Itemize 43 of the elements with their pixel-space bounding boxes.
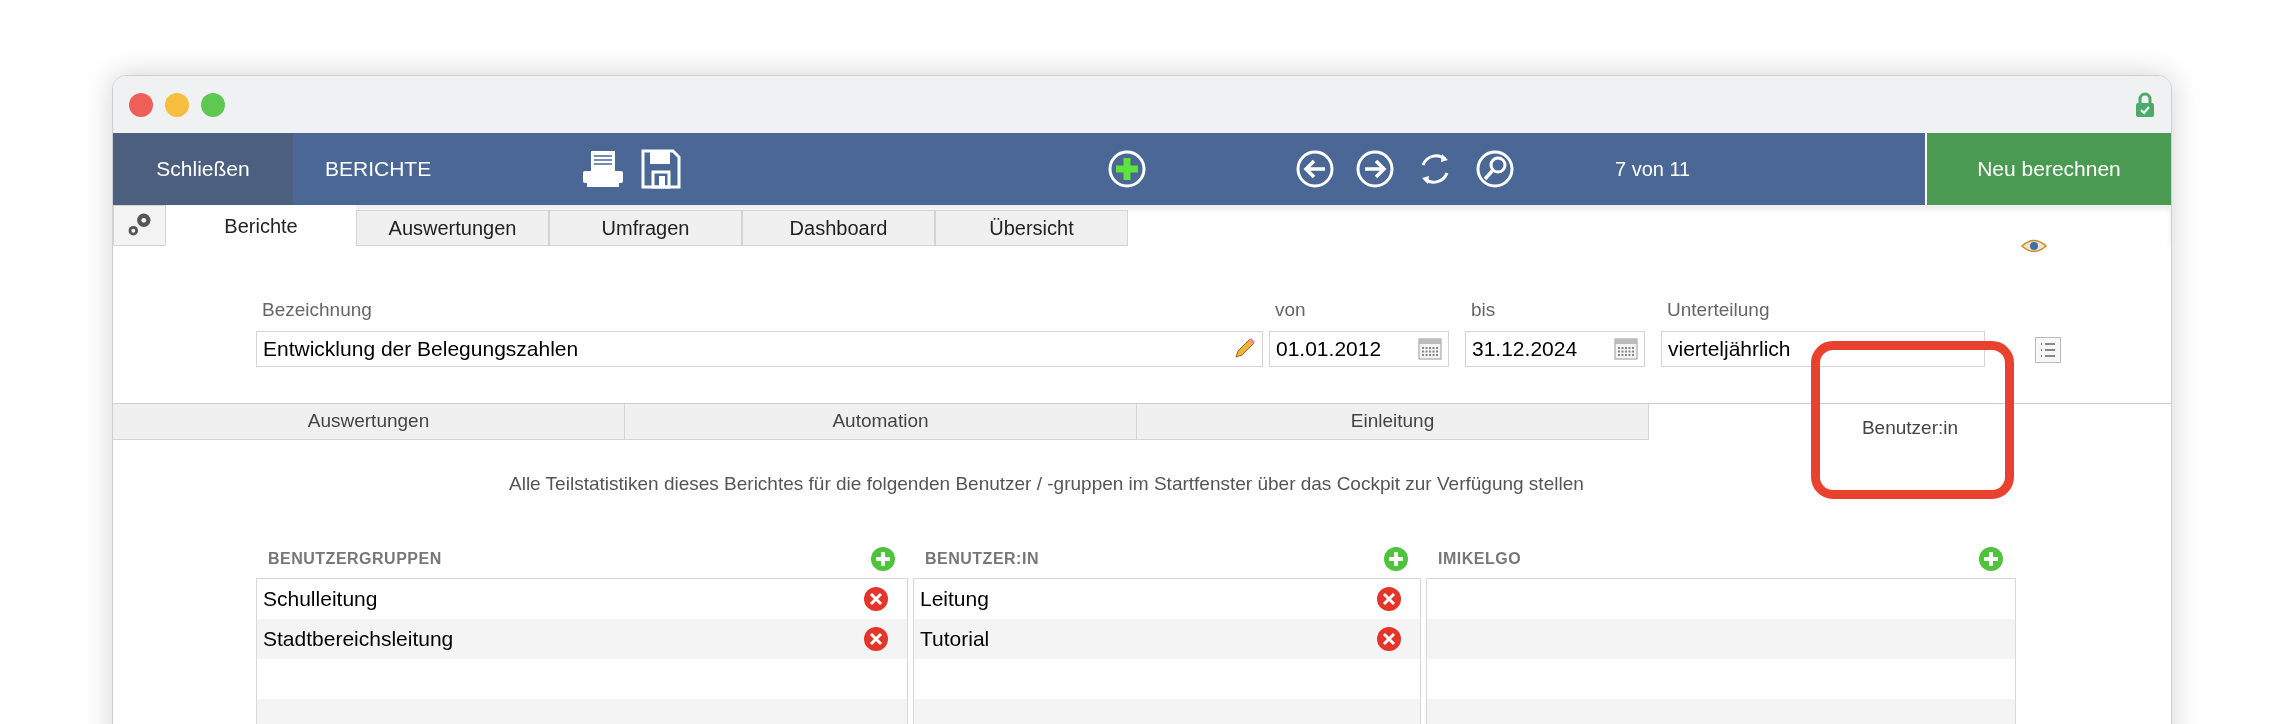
- list-icon[interactable]: [2035, 336, 2061, 363]
- list-item[interactable]: Leitung: [920, 583, 989, 615]
- remove-icon[interactable]: [1376, 626, 1402, 652]
- input-field[interactable]: 31.12.2024: [1465, 330, 1645, 367]
- calendar-icon[interactable]: [1418, 337, 1442, 360]
- list-heading: IMIKELGO: [1438, 549, 1522, 569]
- section-tab[interactable]: Einleitung: [1137, 403, 1649, 440]
- section-tab[interactable]: Auswertungen: [113, 403, 625, 440]
- forward-icon[interactable]: [1355, 149, 1395, 189]
- tab[interactable]: Übersicht: [935, 210, 1128, 246]
- field-label: Bezeichnung: [261, 298, 373, 322]
- module-title: BERICHTE: [325, 156, 433, 183]
- calendar-icon[interactable]: [1614, 337, 1638, 360]
- printer-icon[interactable]: [581, 149, 625, 189]
- list-item[interactable]: Stadtbereichsleitung: [263, 623, 454, 655]
- list-item[interactable]: Schulleitung: [263, 583, 378, 615]
- remove-icon[interactable]: [863, 626, 889, 652]
- section-tab[interactable]: Automation: [625, 403, 1137, 440]
- save-icon[interactable]: [641, 149, 681, 189]
- list-heading: BENUTZER:IN: [925, 549, 1039, 569]
- eye-icon[interactable]: [2021, 238, 2047, 254]
- field-label: Unterteilung: [1666, 298, 1771, 322]
- remove-icon[interactable]: [863, 586, 889, 612]
- settings-icon[interactable]: [113, 205, 166, 246]
- input-field[interactable]: 01.01.2012: [1269, 330, 1449, 367]
- list-item[interactable]: Tutorial: [920, 623, 990, 655]
- record-counter: 7 von 11: [1615, 157, 1692, 182]
- input-field[interactable]: Entwicklung der Belegungszahlen: [256, 330, 1263, 367]
- description-text: Alle Teilstatistiken dieses Berichtes für die folgenden Benutzer / -gruppen im Startfenster über das Cockpit zur Verfügung stellen: [509, 471, 1585, 496]
- search-icon[interactable]: [1475, 149, 1515, 189]
- list-heading: BENUTZERGRUPPEN: [268, 549, 442, 569]
- remove-icon[interactable]: [1376, 586, 1402, 612]
- add-icon[interactable]: [1107, 149, 1147, 189]
- tab[interactable]: Auswertungen: [356, 210, 549, 246]
- close-window-button[interactable]: [129, 92, 153, 117]
- field-label: von: [1274, 298, 1307, 322]
- back-icon[interactable]: [1295, 149, 1335, 189]
- field-label: bis: [1470, 298, 1497, 322]
- tab[interactable]: Umfragen: [549, 210, 742, 246]
- tab[interactable]: Dashboard: [742, 210, 935, 246]
- close-button[interactable]: Schließen: [113, 133, 293, 205]
- pencil-icon[interactable]: [1232, 336, 1256, 361]
- lock-icon: [2135, 91, 2155, 118]
